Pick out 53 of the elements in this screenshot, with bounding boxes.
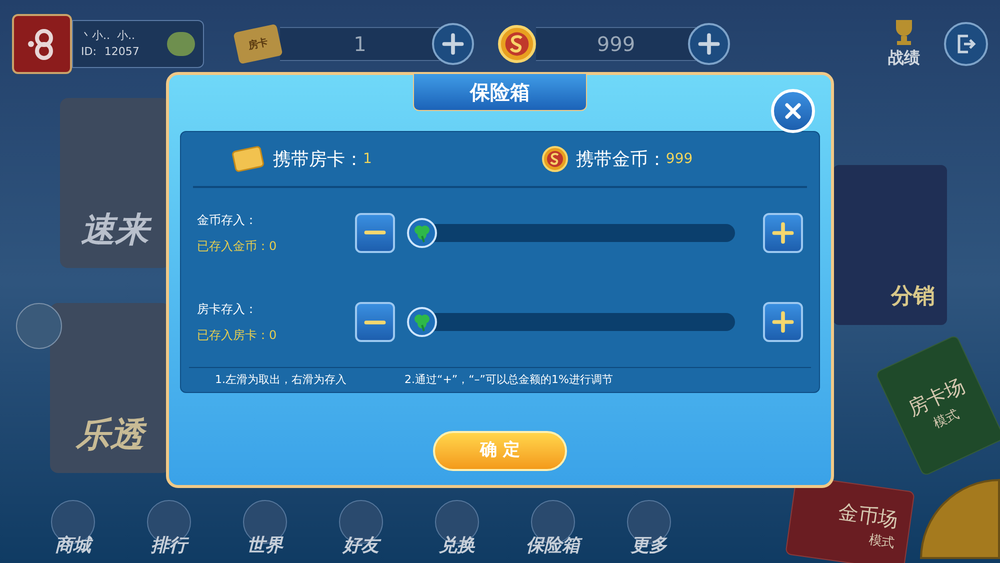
deposited-amount: 已存入金币：0 [197, 238, 278, 255]
player-name: 丶小.. 小.. [81, 28, 136, 44]
coin-icon [498, 25, 536, 63]
plus-icon [698, 33, 720, 55]
plus-button[interactable] [763, 212, 803, 253]
promo-tile[interactable]: 分销 [833, 165, 947, 325]
add-coins-button[interactable] [688, 23, 730, 65]
carry-label: 携带金币： [576, 148, 666, 172]
clover-slider-thumb[interactable] [407, 307, 437, 338]
room-card-count: 1 [280, 27, 440, 61]
plus-icon [772, 222, 794, 244]
avatar-logo[interactable] [12, 14, 72, 74]
carry-value: 1 [363, 150, 372, 169]
minus-button[interactable] [355, 212, 395, 253]
plus-button[interactable] [763, 302, 803, 342]
add-room-card-button[interactable] [432, 23, 474, 65]
close-icon [783, 101, 803, 121]
exit-button[interactable] [944, 22, 988, 66]
nav-item[interactable]: 商城 [40, 500, 106, 559]
coin-count: 999 [536, 27, 696, 61]
deposited-amount: 已存入房卡：0 [197, 327, 278, 344]
minus-icon [364, 320, 386, 325]
player-id: 12057 [104, 44, 140, 60]
mode-title: 金币场 [836, 498, 900, 533]
hint-text: 2.通过“+”，“–”可以总金额的1%进行调节 [404, 372, 613, 388]
id-label: ID: [81, 44, 96, 60]
carry-value: 999 [666, 150, 693, 169]
mode-card[interactable]: 房卡场 模式 [874, 334, 1000, 477]
exit-icon [955, 33, 977, 55]
nav-item[interactable]: 保险箱 [520, 500, 586, 559]
records-button[interactable]: 战绩 [888, 18, 920, 70]
minus-icon [364, 230, 386, 236]
deposit-label: 金币存入： [197, 212, 258, 229]
plus-icon [772, 311, 794, 334]
nav-item[interactable]: 排行 [136, 500, 202, 559]
minus-button[interactable] [355, 302, 395, 342]
nav-item[interactable]: 世界 [232, 500, 298, 559]
mode-subtitle: 模式 [930, 406, 962, 434]
deposit-label: 房卡存入： [197, 301, 258, 318]
hint-text: 1.左滑为取出，右滑为存入 [215, 372, 346, 388]
mode-subtitle: 模式 [867, 532, 896, 554]
room-card-icon: 房卡 [233, 24, 283, 64]
carry-label: 携带房卡： [273, 148, 363, 172]
ticket-icon [231, 146, 265, 172]
dialog-title: 保险箱 [413, 73, 587, 111]
nav-item[interactable]: 兑换 [424, 500, 490, 559]
nav-item[interactable]: 好友 [328, 500, 394, 559]
clover-slider-thumb[interactable] [407, 218, 437, 248]
nav-item[interactable]: 更多 [616, 500, 682, 559]
promo-title: 分销 [891, 283, 935, 311]
close-button[interactable] [771, 89, 815, 133]
plus-icon [442, 33, 464, 55]
coin-icon [542, 146, 568, 172]
